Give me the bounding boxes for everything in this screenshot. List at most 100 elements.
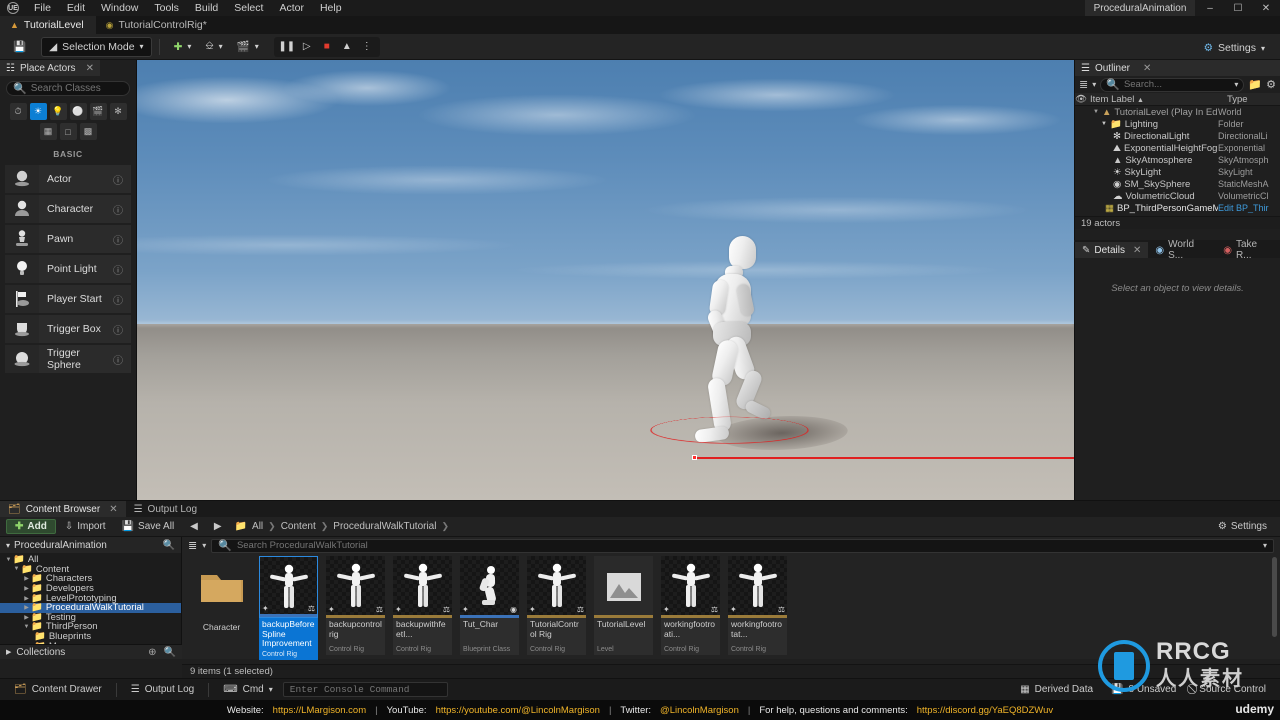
help-icon[interactable]: ⓘ xyxy=(113,232,123,247)
star-icon[interactable]: ✦ xyxy=(328,605,335,614)
column-type[interactable]: Type xyxy=(1227,94,1248,105)
asset-tile-backupcontrolrig[interactable]: ✦ ⚖ backupcontrolrig Control Rig xyxy=(326,556,385,660)
outliner-row-volumetriccloud[interactable]: ☁ VolumetricCloud VolumetricCl xyxy=(1075,190,1280,202)
expand-arrow-icon[interactable]: ▶ xyxy=(22,585,31,592)
outliner-search[interactable]: 🔍 ▾ xyxy=(1100,77,1245,92)
collections-bar[interactable]: ▶ Collections ⊕ 🔍 xyxy=(0,644,182,659)
maximize-icon[interactable]: ☐ xyxy=(1224,0,1252,16)
stop-icon[interactable]: ■ xyxy=(317,38,337,56)
place-actor-row-actor[interactable]: Actor ⓘ xyxy=(5,165,131,193)
save-all-button[interactable]: 💾 Save All xyxy=(115,519,182,534)
cmd-dropdown[interactable]: ⌨ Cmd ▾ xyxy=(215,682,281,698)
asset-search-input[interactable] xyxy=(236,540,1258,551)
pause-icon[interactable]: ❚❚ xyxy=(277,38,297,56)
save-icon[interactable]: 💾 xyxy=(6,37,33,57)
search-icon[interactable]: 🔍 xyxy=(164,647,176,658)
outliner-row-tutoriallevel[interactable]: ▼ ▲ TutorialLevel (Play In Editor) World xyxy=(1075,106,1280,118)
expand-arrow-icon[interactable]: ▶ xyxy=(22,595,31,602)
asset-tile-backupwithfeet[interactable]: ✦ ⚖ backupwithfeetI... Control Rig xyxy=(393,556,452,660)
content-drawer-button[interactable]: 🗂 Content Drawer xyxy=(6,682,110,698)
star-icon[interactable]: ✦ xyxy=(395,605,402,614)
tab-output-log[interactable]: ☰ Output Log xyxy=(126,501,205,517)
recently-placed-icon[interactable]: ⏱ xyxy=(9,103,27,120)
place-actor-row-character[interactable]: Character ⓘ xyxy=(5,195,131,223)
place-actors-search[interactable]: 🔍 xyxy=(6,81,130,96)
outliner-row-exponentialheightfog[interactable]: ⛰ ExponentialHeightFog Exponential xyxy=(1075,142,1280,154)
all-classes-icon[interactable]: ▩ xyxy=(79,123,97,140)
lights-icon[interactable]: 💡 xyxy=(49,103,67,120)
level-viewport[interactable] xyxy=(137,60,1074,500)
asset-tile-backupbeforesplineimprovement[interactable]: ✦ ⚖ backupBefore Spline Improvement Cont… xyxy=(259,556,318,660)
help-icon[interactable]: ⓘ xyxy=(113,262,123,277)
website-link[interactable]: https://LMargison.com xyxy=(273,705,366,716)
console-command-box[interactable] xyxy=(282,682,448,697)
menu-help[interactable]: Help xyxy=(312,0,350,16)
expand-arrow-icon[interactable]: ▼ xyxy=(4,557,13,563)
selection-mode-dropdown[interactable]: ◢ Selection Mode ▾ xyxy=(41,36,152,57)
tab-world-settings[interactable]: ◉ World S... xyxy=(1148,239,1216,261)
unreal-logo-icon[interactable]: UE xyxy=(0,0,26,16)
add-collection-icon[interactable]: ⊕ xyxy=(148,647,156,658)
outliner-row-skylight[interactable]: ☀ SkyLight SkyLight xyxy=(1075,166,1280,178)
tree-node-blueprints[interactable]: 📁 Blueprints xyxy=(0,631,181,642)
place-actor-row-trigger-sphere[interactable]: Trigger Sphere ⓘ xyxy=(5,345,131,373)
help-icon[interactable]: ⓘ xyxy=(113,202,123,217)
help-icon[interactable]: ⓘ xyxy=(113,322,123,337)
help-icon[interactable]: ⓘ xyxy=(113,292,123,307)
menu-build[interactable]: Build xyxy=(187,0,226,16)
close-icon[interactable]: ✕ xyxy=(86,63,94,74)
expand-arrow-icon[interactable]: ▼ xyxy=(12,566,21,572)
star-icon[interactable]: ✦ xyxy=(462,605,469,614)
tab-tutoriallevel[interactable]: ▲ TutorialLevel xyxy=(0,16,96,34)
volumes-icon[interactable]: □ xyxy=(59,123,77,140)
visibility-icon[interactable]: 👁 xyxy=(1075,94,1087,105)
asset-tile-workingfootrotation-1[interactable]: ✦ ⚖ workingfootroati... Control Rig xyxy=(661,556,720,660)
outliner-row-skyatmosphere[interactable]: ▲ SkyAtmosphere SkyAtmosph xyxy=(1075,154,1280,166)
outliner-search-input[interactable] xyxy=(1123,79,1231,90)
breadcrumb-all[interactable]: All xyxy=(252,521,263,532)
help-icon[interactable]: ⓘ xyxy=(113,352,123,367)
discord-link[interactable]: https://discord.gg/YaEQ8DZWuv xyxy=(917,705,1053,716)
tab-details[interactable]: ✎ Details ✕ xyxy=(1075,242,1149,258)
shapes-icon[interactable]: ⚪ xyxy=(69,103,87,120)
column-item-label[interactable]: Item Label xyxy=(1090,94,1134,105)
star-icon[interactable]: ✦ xyxy=(262,604,269,613)
asset-tile-tut-char[interactable]: ✦ ◉ Tut_Char Blueprint Class xyxy=(460,556,519,660)
place-actor-row-player-start[interactable]: Player Start ⓘ xyxy=(5,285,131,313)
outliner-tab[interactable]: ☰ Outliner ✕ xyxy=(1075,60,1280,76)
derived-data-button[interactable]: ▦ Derived Data xyxy=(1012,682,1101,698)
close-icon[interactable]: ✕ xyxy=(1133,245,1141,256)
chevron-down-icon[interactable]: ▾ xyxy=(1263,541,1267,550)
place-actors-tab[interactable]: ☷ Place Actors ✕ xyxy=(0,60,100,76)
menu-file[interactable]: File xyxy=(26,0,59,16)
twitter-link[interactable]: @LincolnMargison xyxy=(660,705,739,716)
chevron-down-icon[interactable]: ▾ xyxy=(1234,80,1238,89)
expand-arrow-icon[interactable]: ▼ xyxy=(1093,109,1099,115)
chevron-down-icon[interactable]: ▾ xyxy=(1092,80,1096,89)
tree-node-proceduralwalktutorial[interactable]: ▶ 📁 ProceduralWalkTutorial xyxy=(0,602,181,613)
close-icon[interactable]: ✕ xyxy=(1252,0,1280,16)
gear-icon[interactable]: ⚙ xyxy=(1266,78,1276,91)
toolbar-settings-button[interactable]: ⚙ Settings ▾ xyxy=(1197,38,1272,58)
close-icon[interactable]: ✕ xyxy=(1143,63,1151,74)
cinematics-icon[interactable]: 🎬 ▾ xyxy=(230,37,266,57)
tab-tutorialcontrolrig[interactable]: ◉ TutorialControlRig* xyxy=(96,16,219,34)
sources-header[interactable]: ▾ ProceduralAnimation 🔍 xyxy=(0,537,181,553)
basic-icon[interactable]: ☀ xyxy=(29,103,47,120)
asset-scrollbar[interactable] xyxy=(1272,557,1277,637)
filter-icon[interactable]: ≣ xyxy=(188,539,197,552)
asset-tile-character-folder[interactable]: Character xyxy=(192,556,251,660)
spline-control-point[interactable] xyxy=(692,455,697,460)
menu-edit[interactable]: Edit xyxy=(59,0,93,16)
add-actor-icon[interactable]: ✚ ▾ xyxy=(167,37,199,57)
eject-icon[interactable]: ▲ xyxy=(337,38,357,56)
tab-take-recorder[interactable]: ◉ Take R... xyxy=(1216,239,1280,261)
close-icon[interactable]: ✕ xyxy=(109,504,117,515)
asset-tile-tutoriallevel[interactable]: TutorialLevel Level xyxy=(594,556,653,660)
minimize-icon[interactable]: – xyxy=(1196,0,1224,16)
expand-arrow-icon[interactable]: ▶ xyxy=(6,648,11,656)
filter-icon[interactable]: ≣ xyxy=(1079,78,1088,91)
expand-arrow-icon[interactable]: ▶ xyxy=(22,575,31,582)
geometry-icon[interactable]: ▦ xyxy=(39,123,57,140)
new-folder-icon[interactable]: 📁 xyxy=(1248,78,1262,91)
